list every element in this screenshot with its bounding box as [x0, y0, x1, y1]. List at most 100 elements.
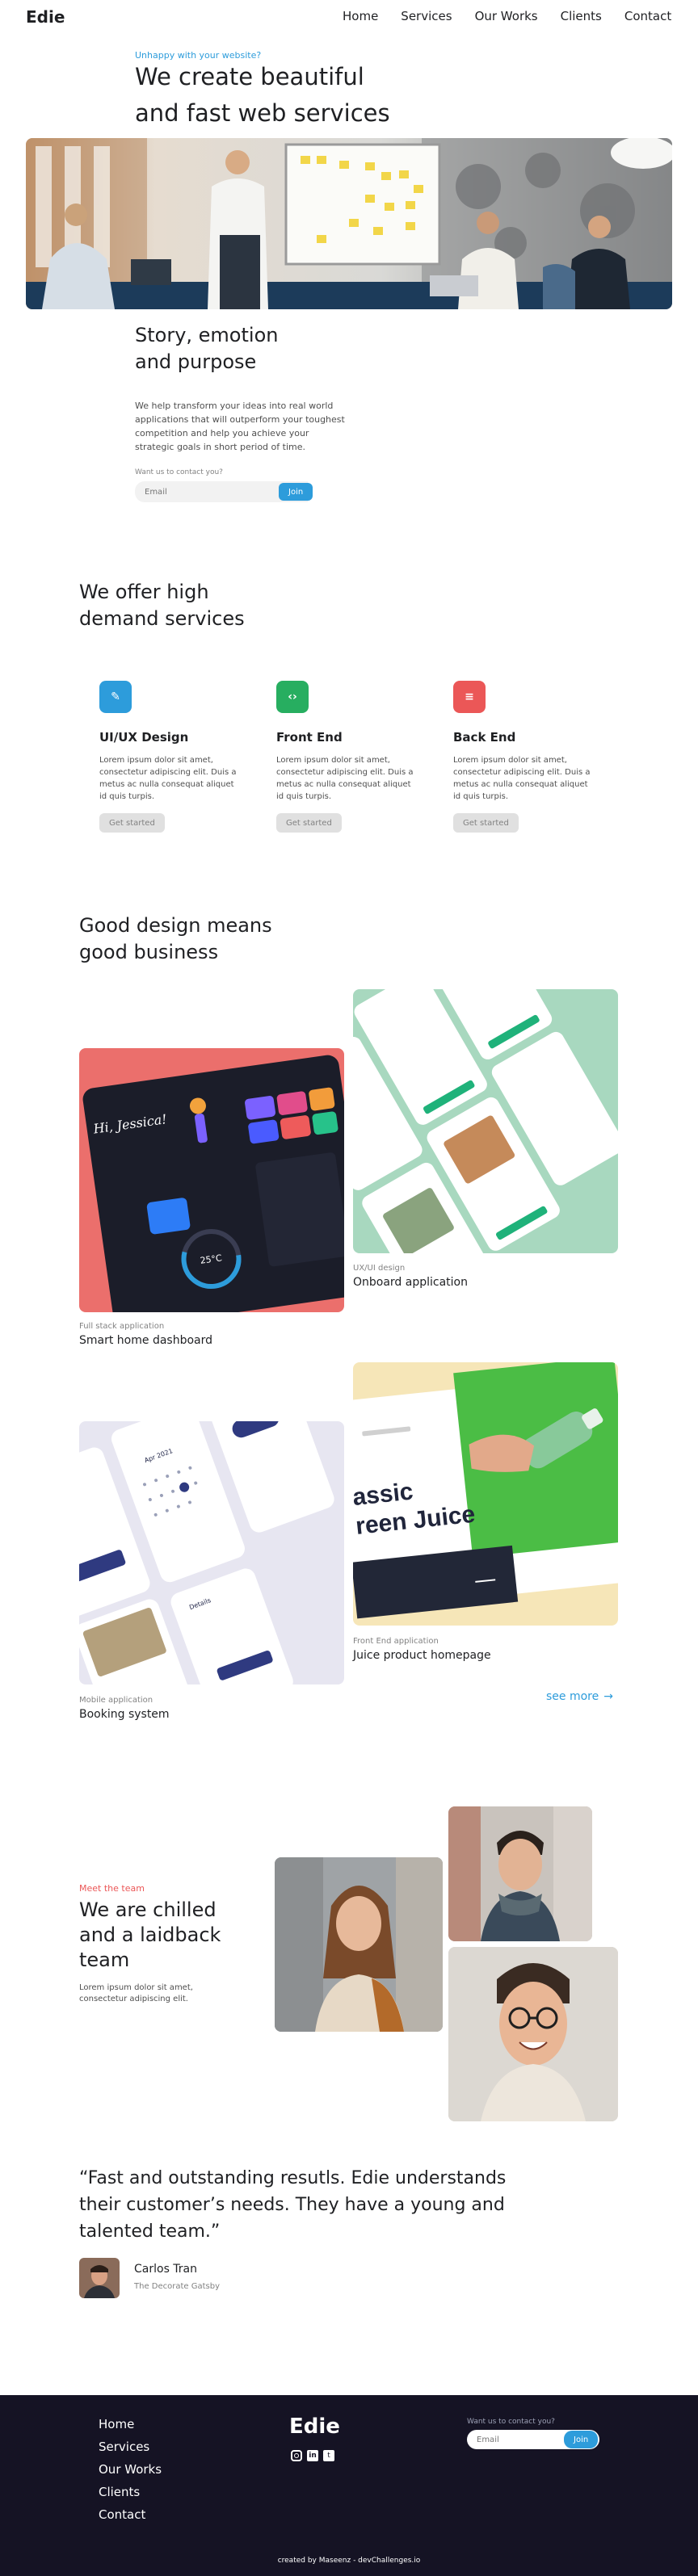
footer-contact-label: Want us to contact you? [467, 2418, 555, 2426]
code-icon: ‹› [276, 681, 309, 713]
service-title: Back End [453, 730, 516, 745]
hero-title: We create beautiful and fast web service… [135, 59, 390, 132]
footer-link-contact[interactable]: Contact [99, 2503, 162, 2526]
nav-our-works[interactable]: Our Works [475, 9, 538, 23]
service-text-line: consectetur adipiscing elit. Duis a [99, 768, 237, 777]
service-title: Front End [276, 730, 343, 745]
work-title[interactable]: Juice product homepage [353, 1649, 491, 1662]
services-title: We offer high demand services [79, 579, 245, 632]
footer-link-home[interactable]: Home [99, 2413, 162, 2435]
footer-join-button[interactable]: Join [564, 2431, 599, 2448]
get-started-button[interactable]: Get started [276, 813, 342, 833]
join-button[interactable]: Join [279, 483, 313, 501]
work-category: Front End application [353, 1637, 439, 1646]
work-category: Full stack application [79, 1322, 165, 1331]
main-nav: Home Services Our Works Clients Contact [343, 9, 671, 23]
nav-contact[interactable]: Contact [624, 9, 671, 23]
service-text-line: metus ac nulla consequat aliquet [99, 780, 234, 789]
service-card-frontend: ‹› Front End Lorem ipsum dolor sit amet,… [276, 681, 414, 833]
hero-team-photo [26, 138, 672, 309]
service-description: Lorem ipsum dolor sit amet, consectetur … [99, 754, 237, 803]
team-photo-woman [275, 1857, 443, 2032]
social-links: in t [291, 2450, 334, 2461]
service-text-line: Lorem ipsum dolor sit amet, [276, 756, 390, 765]
footer: Home Services Our Works Clients Contact … [0, 2395, 698, 2576]
service-text-line: consectetur adipiscing elit. Duis a [453, 768, 591, 777]
service-description: Lorem ipsum dolor sit amet, consectetur … [453, 754, 591, 803]
testimonial-quote-line3: talented team.” [79, 2221, 221, 2242]
footer-link-our-works[interactable]: Our Works [99, 2458, 162, 2481]
services-title-line2: demand services [79, 607, 245, 630]
story-text: We help transform your ideas into real w… [135, 399, 345, 454]
footer-brand[interactable]: Edie [289, 2414, 340, 2439]
service-text-line: id quis turpis. [453, 792, 509, 801]
service-description: Lorem ipsum dolor sit amet, consectetur … [276, 754, 414, 803]
footer-contact-form: Join [467, 2430, 599, 2449]
work-title[interactable]: Smart home dashboard [79, 1334, 212, 1347]
team-photo-man-glasses [448, 1947, 618, 2121]
nav-home[interactable]: Home [343, 9, 378, 23]
story-text-line4: strategic goals in short period of time. [135, 442, 305, 452]
hero-title-line2: and fast web services [135, 99, 390, 127]
story-contact-form: Join [135, 481, 313, 502]
list-icon: ≡ [453, 681, 486, 713]
testimonial-quote: “Fast and outstanding resutls. Edie unde… [79, 2165, 506, 2245]
work-image-onboard[interactable] [353, 989, 618, 1253]
get-started-button[interactable]: Get started [99, 813, 165, 833]
team-title-line3: team [79, 1949, 130, 1971]
avatar [79, 2258, 120, 2298]
story-text-line1: We help transform your ideas into real w… [135, 401, 334, 411]
get-started-button[interactable]: Get started [453, 813, 519, 833]
story-text-line3: competition and help you achieve your [135, 428, 309, 438]
service-card-uiux: ✎ UI/UX Design Lorem ipsum dolor sit ame… [99, 681, 237, 833]
team-eyebrow: Meet the team [79, 1883, 145, 1894]
works-title-line2: good business [79, 941, 219, 963]
testimonial-quote-line2: their customer’s needs. They have a youn… [79, 2195, 505, 2215]
service-text-line: consectetur adipiscing elit. Duis a [276, 768, 414, 777]
team-text-line2: consectetur adipiscing elit. [79, 1995, 188, 2003]
story-title-line1: Story, emotion [135, 324, 279, 346]
team-photo-man-scarf [448, 1806, 592, 1941]
pencil-icon: ✎ [99, 681, 132, 713]
story-title-line2: and purpose [135, 350, 257, 373]
see-more-link[interactable]: see more → [546, 1690, 613, 1703]
hero-title-line1: We create beautiful [135, 63, 364, 90]
footer-nav: Home Services Our Works Clients Contact [99, 2413, 162, 2526]
work-image-juice[interactable]: assic reen Juice [353, 1362, 618, 1626]
service-text-line: metus ac nulla consequat aliquet [276, 780, 411, 789]
story-contact-label: Want us to contact you? [135, 468, 223, 476]
instagram-icon[interactable] [291, 2450, 302, 2461]
linkedin-icon[interactable]: in [307, 2450, 318, 2461]
work-image-smart-home[interactable]: Hi, Jessica! 25°C [79, 1048, 344, 1312]
service-title: UI/UX Design [99, 730, 189, 745]
team-title-line1: We are chilled [79, 1898, 217, 1921]
brand-logo[interactable]: Edie [26, 7, 65, 27]
footer-credit: created by Maseenz - devChallenges.io [277, 2557, 421, 2565]
service-text-line: id quis turpis. [276, 792, 332, 801]
nav-clients[interactable]: Clients [561, 9, 602, 23]
arrow-right-icon: → [603, 1690, 613, 1703]
nav-services[interactable]: Services [401, 9, 452, 23]
testimonial-quote-line1: “Fast and outstanding resutls. Edie unde… [79, 2168, 507, 2188]
works-title: Good design means good business [79, 913, 272, 966]
twitter-icon[interactable]: t [323, 2450, 334, 2461]
work-title[interactable]: Onboard application [353, 1276, 468, 1289]
service-text-line: metus ac nulla consequat aliquet [453, 780, 588, 789]
team-title-line2: and a laidback [79, 1924, 221, 1946]
service-text-line: Lorem ipsum dolor sit amet, [99, 756, 213, 765]
works-title-line1: Good design means [79, 914, 272, 937]
team-text-line1: Lorem ipsum dolor sit amet, [79, 1983, 193, 1992]
service-text-line: Lorem ipsum dolor sit amet, [453, 756, 567, 765]
testimonial-name: Carlos Tran [134, 2263, 198, 2276]
work-category: UX/UI design [353, 1264, 406, 1273]
services-title-line1: We offer high [79, 581, 209, 603]
footer-link-services[interactable]: Services [99, 2435, 162, 2458]
page: Edie Home Services Our Works Clients Con… [0, 0, 698, 2576]
work-image-booking[interactable]: Apr 2021 Details [79, 1421, 344, 1684]
service-card-backend: ≡ Back End Lorem ipsum dolor sit amet, c… [453, 681, 591, 833]
story-title: Story, emotion and purpose [135, 322, 278, 375]
footer-link-clients[interactable]: Clients [99, 2481, 162, 2503]
service-text-line: id quis turpis. [99, 792, 155, 801]
work-category: Mobile application [79, 1696, 153, 1705]
work-title[interactable]: Booking system [79, 1708, 170, 1721]
